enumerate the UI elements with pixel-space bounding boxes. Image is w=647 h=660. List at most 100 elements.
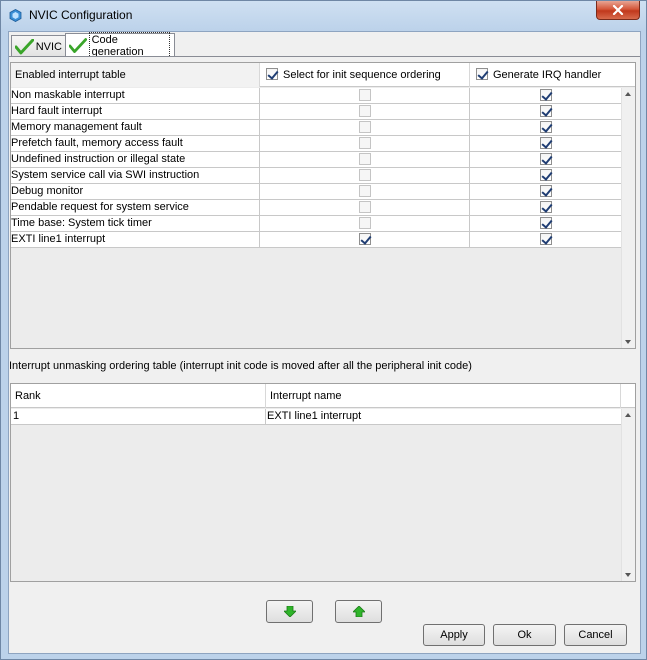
interrupt-name: Hard fault interrupt [11,104,260,119]
init-order-checkbox [359,121,371,133]
interrupt-name: Prefetch fault, memory access fault [11,136,260,151]
init-order-cell [260,136,470,151]
init-order-checkbox [359,153,371,165]
column-header-irq-handler-label: Generate IRQ handler [493,69,602,81]
table-row[interactable]: Hard fault interrupt [11,104,622,120]
select-all-init-order-checkbox[interactable] [266,68,278,80]
irq-handler-checkbox[interactable] [540,201,552,213]
scroll-down-icon[interactable] [625,573,631,577]
irq-handler-cell [470,184,622,199]
init-order-checkbox [359,185,371,197]
irq-handler-cell [470,88,622,103]
ok-button[interactable]: Ok [493,624,556,646]
table-row[interactable]: System service call via SWI instruction [11,168,622,184]
cancel-button-label: Cancel [578,629,613,641]
column-header-rank[interactable]: Rank [11,384,266,408]
irq-handler-checkbox[interactable] [540,185,552,197]
irq-handler-checkbox[interactable] [540,137,552,149]
irq-handler-checkbox[interactable] [540,217,552,229]
enabled-interrupt-table: Enabled interrupt table Select for init … [10,62,636,349]
scroll-up-icon[interactable] [625,92,631,96]
arrow-up-icon [352,606,365,617]
arrow-down-icon [283,606,296,617]
table-row[interactable]: Debug monitor [11,184,622,200]
title-bar[interactable]: NVIC Configuration [1,1,646,31]
check-icon [69,37,87,53]
init-order-checkbox [359,217,371,229]
tab-nvic[interactable]: NVIC [11,35,67,57]
irq-handler-cell [470,216,622,231]
table-row[interactable]: Non maskable interrupt [11,88,622,104]
table-row[interactable]: Prefetch fault, memory access fault [11,136,622,152]
tab-nvic-label: NVIC [35,40,62,53]
column-header-interrupt[interactable]: Enabled interrupt table [11,63,260,87]
interrupt-name: Time base: System tick timer [11,216,260,231]
table-row[interactable]: EXTI line1 interrupt [11,232,622,248]
init-order-cell [260,216,470,231]
interrupt-name: Undefined instruction or illegal state [11,152,260,167]
column-header-rank-label: Rank [15,390,41,402]
column-header-interrupt-name[interactable]: Interrupt name [266,384,621,408]
interrupt-name: System service call via SWI instruction [11,168,260,183]
column-header-init-order[interactable]: Select for init sequence ordering [260,63,470,87]
irq-handler-checkbox[interactable] [540,121,552,133]
apply-button-label: Apply [440,629,468,641]
interrupt-name: Non maskable interrupt [11,88,260,103]
rank-cell: 1 [11,409,266,424]
ok-button-label: Ok [517,629,532,641]
column-header-interrupt-name-label: Interrupt name [270,390,342,402]
irq-handler-checkbox[interactable] [540,169,552,181]
apply-button[interactable]: Apply [423,624,485,646]
interrupt-ordering-table: Rank Interrupt name 1 EXTI line1 interru… [10,383,636,582]
table-row[interactable]: 1 EXTI line1 interrupt [11,409,622,425]
app-icon [9,9,22,22]
irq-handler-cell [470,104,622,119]
init-order-cell [260,200,470,215]
irq-handler-checkbox[interactable] [540,105,552,117]
irq-handler-checkbox[interactable] [540,89,552,101]
table-row[interactable]: Time base: System tick timer [11,216,622,232]
init-order-checkbox[interactable] [359,233,371,245]
init-order-cell [260,152,470,167]
table-row[interactable]: Undefined instruction or illegal state [11,152,622,168]
column-header-interrupt-label: Enabled interrupt table [15,69,126,81]
init-order-checkbox [359,169,371,181]
ordering-table-scrollbar[interactable] [621,409,635,581]
init-order-checkbox [359,105,371,117]
irq-handler-cell [470,168,622,183]
tab-code-generation[interactable]: Code generation [65,31,175,60]
close-button[interactable] [596,1,640,20]
irq-handler-cell [470,152,622,167]
scroll-down-icon[interactable] [625,340,631,344]
table-row[interactable]: Pendable request for system service [11,200,622,216]
select-all-irq-handler-checkbox[interactable] [476,68,488,80]
move-up-button[interactable] [335,600,382,623]
close-icon [612,5,624,15]
check-icon [15,38,34,54]
interrupt-name: Pendable request for system service [11,200,260,215]
irq-handler-cell [470,136,622,151]
ordering-table-caption: Interrupt unmasking ordering table (inte… [9,360,472,372]
nvic-configuration-window: NVIC Configuration NVIC Code generation [0,0,647,660]
scroll-up-icon[interactable] [625,413,631,417]
cancel-button[interactable]: Cancel [564,624,627,646]
irq-handler-cell [470,120,622,135]
window-title: NVIC Configuration [29,8,133,22]
move-down-button[interactable] [266,600,313,623]
init-order-cell [260,120,470,135]
init-order-cell [260,88,470,103]
table-row[interactable]: Memory management fault [11,120,622,136]
interrupt-name: EXTI line1 interrupt [11,232,260,247]
init-order-checkbox [359,201,371,213]
interrupt-name: Memory management fault [11,120,260,135]
init-order-cell [260,104,470,119]
irq-handler-cell [470,200,622,215]
column-header-irq-handler[interactable]: Generate IRQ handler [470,63,635,87]
interrupt-table-scrollbar[interactable] [621,88,635,348]
irq-handler-checkbox[interactable] [540,233,552,245]
interrupt-table-header: Enabled interrupt table Select for init … [11,63,635,87]
irq-handler-checkbox[interactable] [540,153,552,165]
interrupt-name: Debug monitor [11,184,260,199]
dialog-client-area: NVIC Code generation Enabled interrupt t… [8,31,641,654]
init-order-cell [260,168,470,183]
